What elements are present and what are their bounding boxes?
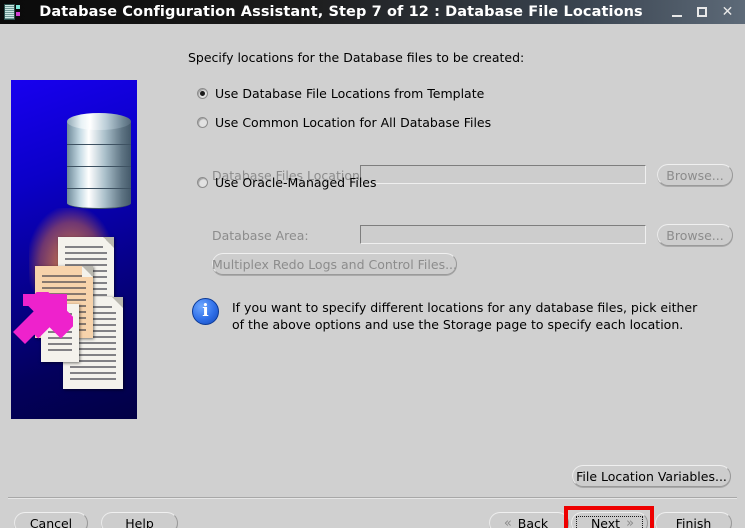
database-files-location-input[interactable] [360, 165, 646, 184]
radio-option-template[interactable]: Use Database File Locations from Templat… [197, 86, 484, 101]
radio-indicator-template[interactable] [197, 88, 208, 99]
back-button-label: Back [517, 515, 549, 528]
magenta-arrow-icon [11, 292, 73, 354]
window-title: Database Configuration Assistant, Step 7… [39, 4, 643, 20]
back-button[interactable]: « Back [489, 512, 569, 528]
browse-button-database-area[interactable]: Browse... [657, 224, 733, 246]
database-app-icon [3, 3, 21, 21]
content-area: Specify locations for the Database files… [0, 24, 745, 528]
file-location-variables-button[interactable]: File Location Variables... [572, 465, 731, 487]
cancel-button[interactable]: Cancel [14, 512, 88, 528]
banner-illustration [11, 80, 137, 419]
finish-button[interactable]: Finish [655, 512, 732, 528]
next-button-highlight [564, 506, 654, 528]
help-button[interactable]: Help [101, 512, 178, 528]
minimize-icon[interactable] [671, 6, 684, 19]
page-instruction: Specify locations for the Database files… [188, 50, 525, 65]
info-note-text: If you want to specify different locatio… [232, 300, 698, 332]
radio-label-template: Use Database File Locations from Templat… [215, 86, 485, 101]
radio-indicator-oracle-managed[interactable] [197, 177, 208, 188]
radio-option-oracle-managed[interactable]: Use Oracle-Managed Files [197, 175, 377, 190]
maximize-icon[interactable] [696, 6, 709, 19]
radio-label-oracle-managed: Use Oracle-Managed Files [215, 175, 377, 190]
database-area-input[interactable] [360, 225, 646, 244]
close-icon[interactable]: ✕ [721, 5, 734, 19]
application-window: Database Configuration Assistant, Step 7… [0, 0, 745, 528]
radio-option-common-location[interactable]: Use Common Location for All Database Fil… [197, 115, 491, 130]
database-area-label: Database Area: [212, 228, 309, 243]
radio-label-common-location: Use Common Location for All Database Fil… [215, 115, 492, 130]
footer-separator [8, 497, 737, 499]
database-cylinder-icon [67, 113, 131, 213]
multiplex-redo-logs-button[interactable]: Multiplex Redo Logs and Control Files... [212, 253, 457, 275]
title-bar: Database Configuration Assistant, Step 7… [0, 0, 745, 24]
browse-button-database-files-location[interactable]: Browse... [657, 164, 733, 186]
info-icon: i [192, 298, 219, 325]
chevron-left-icon: « [503, 515, 512, 528]
radio-indicator-common-location[interactable] [197, 117, 208, 128]
info-note: i If you want to specify different locat… [192, 298, 712, 333]
window-controls: ✕ [671, 5, 745, 19]
